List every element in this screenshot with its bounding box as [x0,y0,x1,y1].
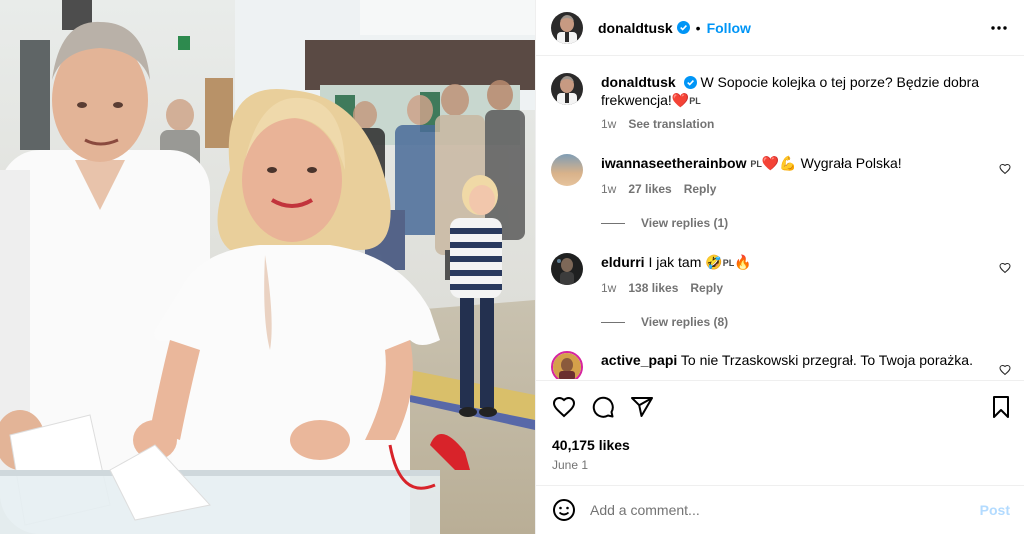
comment-item: eldurri I jak tam 🤣PL🔥 1w 138 likes Repl… [551,253,1011,333]
comment-meta: 1w 27 likes Reply [601,182,716,196]
reply-button[interactable]: Reply [690,281,723,295]
separator-dot: • [695,19,701,36]
replies-divider-line [601,222,625,224]
caption-time[interactable]: 1w [601,117,616,131]
comment-time[interactable]: 1w [601,182,616,196]
comment-likes-count[interactable]: 27 likes [628,182,671,196]
comment-username[interactable]: eldurri [601,254,645,270]
post-side-panel: donaldtusk • Follow donaldtusk W Sopocie… [535,0,1024,534]
rofl-emoji: 🤣 [705,254,723,270]
heart-muscle-emoji: ❤️💪 [761,155,797,171]
poland-flag-emoji: PL [689,96,701,106]
comment-username[interactable]: active_papi [601,352,677,368]
add-comment-bar: Post [536,485,1024,534]
view-replies-label: View replies (8) [641,315,729,329]
poland-flag-emoji: PL [750,159,762,169]
likes-count[interactable]: 40,175 likes [552,437,630,453]
author-avatar[interactable] [551,11,583,44]
commenter-avatar[interactable] [551,351,583,379]
more-options-icon[interactable] [989,20,1009,36]
caption-meta: 1w See translation [601,117,714,131]
view-replies-label: View replies (1) [641,216,729,230]
commenter-avatar[interactable] [551,154,583,186]
verified-badge-icon [683,75,697,89]
view-replies-button[interactable]: View replies (8) [601,315,728,329]
comment-username[interactable]: iwannaseetherainbow [601,155,746,171]
comment-input[interactable] [590,502,950,518]
comment-item: active_papi To nie Trzaskowski przegrał.… [551,351,1011,379]
follow-button[interactable]: Follow [707,20,751,36]
author-avatar[interactable] [551,73,583,105]
heart-icon[interactable] [552,395,576,419]
commenter-avatar[interactable] [551,253,583,285]
post-date[interactable]: June 1 [552,458,588,472]
view-replies-button[interactable]: View replies (1) [601,216,728,230]
comment-text: I jak tam [648,254,702,270]
post-header: donaldtusk • Follow [536,0,1024,56]
emoji-smiley-icon[interactable] [552,498,576,522]
caption-username[interactable]: donaldtusk [601,74,676,90]
comment-body: active_papi To nie Trzaskowski przegrał.… [601,351,986,369]
verified-badge-icon [676,21,690,34]
comments-list[interactable]: donaldtusk W Sopocie kolejka o tej porze… [536,57,1024,379]
comment-body: iwannaseetherainbow PL❤️💪 Wygrała Polska… [601,154,986,173]
replies-divider-line [601,321,625,323]
poland-flag-emoji: PL [722,258,735,268]
comment-body: eldurri I jak tam 🤣PL🔥 [601,253,986,272]
comment-time[interactable]: 1w [601,281,616,295]
bookmark-icon[interactable] [989,395,1013,419]
comment-like-heart-icon[interactable] [999,363,1011,376]
fire-emoji: 🔥 [734,254,752,270]
comment-item: iwannaseetherainbow PL❤️💪 Wygrała Polska… [551,154,1011,234]
post-comment-button[interactable]: Post [980,502,1010,518]
share-paper-plane-icon[interactable] [630,395,654,419]
comment-text: To nie Trzaskowski przegrał. To Twoja po… [680,352,973,368]
post-actions: 40,175 likes June 1 [536,380,1024,485]
comment-likes-count[interactable]: 138 likes [628,281,678,295]
caption-body: donaldtusk W Sopocie kolejka o tej porze… [601,73,996,110]
caption: donaldtusk W Sopocie kolejka o tej porze… [551,73,1011,143]
post-photo[interactable] [0,0,535,534]
comment-meta: 1w 138 likes Reply [601,281,723,295]
reply-button[interactable]: Reply [684,182,717,196]
red-heart-emoji: ❤️ [671,92,690,108]
comment-like-heart-icon[interactable] [999,162,1011,175]
comment-bubble-icon[interactable] [591,395,615,419]
comment-text: Wygrała Polska! [800,155,902,171]
comment-like-heart-icon[interactable] [999,261,1011,274]
author-username[interactable]: donaldtusk [598,20,673,36]
see-translation-link[interactable]: See translation [628,117,714,131]
post-photo-illustration [0,0,535,534]
